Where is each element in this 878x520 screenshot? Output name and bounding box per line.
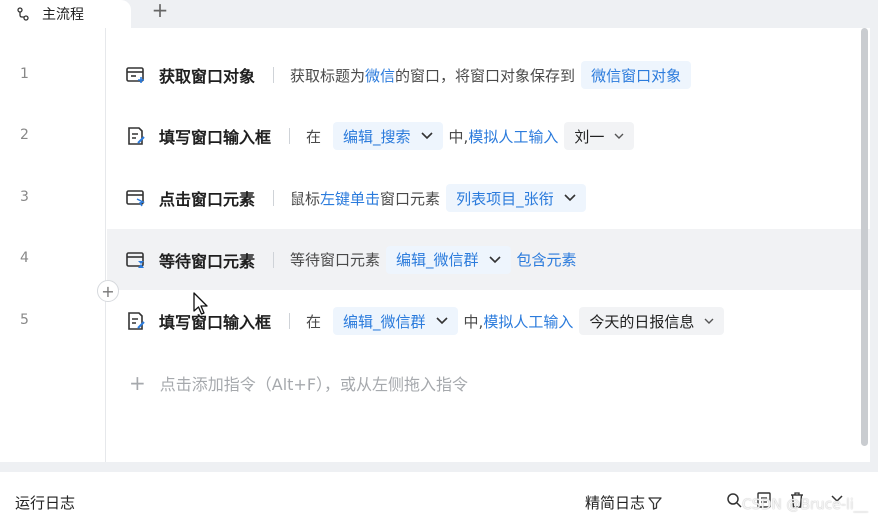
divider (273, 190, 275, 206)
search-icon[interactable] (726, 492, 742, 508)
simple-log-filter[interactable]: 精简日志 (585, 492, 662, 513)
line-gutter: 1 2 3 4 5 (0, 28, 106, 462)
flow-icon (17, 7, 29, 21)
line-number: 2 (20, 127, 29, 143)
instruction-title: 等待窗口元素 (159, 251, 256, 271)
instruction-title: 获取窗口对象 (159, 67, 256, 86)
instruction-text: 中, (448, 127, 469, 146)
window-get-icon (125, 65, 147, 85)
instruction-text: 鼠标 (290, 189, 321, 208)
divider (273, 67, 275, 83)
run-log-title: 运行日志 (15, 494, 76, 512)
instruction-row-click-element[interactable]: 点击窗口元素 鼠标 左键单击 窗口元素 列表项目_张衔 (107, 171, 870, 225)
chip-label: 编辑_搜索 (343, 127, 411, 146)
input-value-select[interactable]: 今天的日报信息 (579, 307, 725, 335)
chip-label: 刘一 (574, 127, 605, 146)
chevron-down-icon (564, 191, 576, 205)
divider (273, 251, 275, 268)
instruction-text: 中, (463, 312, 484, 331)
param-link-input-mode[interactable]: 模拟人工输入 (483, 311, 573, 332)
tab-main-flow[interactable]: 主流程 (0, 0, 131, 28)
instruction-text: 窗口元素 (380, 189, 441, 208)
chip-label: 列表项目_张衔 (456, 189, 554, 208)
add-tab-button[interactable]: + (150, 0, 170, 20)
mouse-cursor-icon (193, 292, 208, 315)
instruction-title: 填写窗口输入框 (159, 313, 272, 332)
instruction-text: 等待窗口元素 (290, 251, 381, 269)
simple-log-label: 精简日志 (585, 494, 646, 512)
instruction-text: 在 (306, 312, 322, 331)
element-select-wechat-group[interactable]: 编辑_微信群 (333, 307, 458, 335)
chip-label: 微信窗口对象 (591, 66, 682, 85)
element-select-search[interactable]: 编辑_搜索 (333, 122, 443, 150)
flow-editor: 1 2 3 4 5 获取窗口对象 获取标题为 微信 的窗口，将窗口对象保存到 微… (0, 28, 870, 462)
line-number: 5 (20, 312, 29, 328)
instruction-row-fill-input-2[interactable]: 填写窗口输入框 在 编辑_微信群 中, 模拟人工输入 今天的日报信息 (107, 294, 870, 348)
instruction-row-get-window[interactable]: 获取窗口对象 获取标题为 微信 的窗口，将窗口对象保存到 微信窗口对象 (107, 48, 870, 102)
element-select-list-item[interactable]: 列表项目_张衔 (446, 184, 586, 212)
instruction-text: 在 (306, 127, 322, 146)
fill-input-icon (125, 311, 147, 331)
instruction-text: 获取标题为 (290, 66, 366, 85)
input-value-select[interactable]: 刘一 (564, 122, 635, 150)
variable-chip-window-object[interactable]: 微信窗口对象 (581, 61, 692, 89)
chip-label: 今天的日报信息 (589, 312, 695, 331)
fill-input-icon (125, 126, 147, 146)
instruction-title: 填写窗口输入框 (159, 128, 272, 147)
add-instruction-label: 点击添加指令（Alt+F），或从左侧拖入指令 (159, 375, 469, 394)
tab-main-flow-label: 主流程 (42, 7, 84, 23)
editor-scrollbar[interactable] (861, 28, 868, 446)
instruction-title: 点击窗口元素 (159, 190, 256, 209)
add-instruction-hint[interactable]: + 点击添加指令（Alt+F），或从左侧拖入指令 (129, 371, 468, 395)
tab-bar: 主流程 + (0, 0, 878, 28)
instruction-row-fill-input[interactable]: 填写窗口输入框 在 编辑_搜索 中, 模拟人工输入 刘一 (107, 109, 870, 163)
insert-instruction-button[interactable]: + (97, 280, 119, 302)
param-link-window-title[interactable]: 微信 (365, 65, 395, 86)
line-number: 4 (20, 250, 29, 266)
instruction-row-wait-element[interactable]: 等待窗口元素 等待窗口元素 编辑_微信群 包含元素 (107, 229, 870, 290)
divider (289, 128, 291, 144)
chevron-down-icon (488, 253, 501, 267)
instruction-text: 的窗口，将窗口对象保存到 (395, 66, 576, 85)
element-select-wechat-group[interactable]: 编辑_微信群 (386, 245, 511, 274)
chevron-down-icon (614, 129, 624, 143)
param-link-input-mode[interactable]: 模拟人工输入 (468, 126, 558, 147)
chip-label: 编辑_微信群 (343, 312, 426, 331)
plus-icon: + (129, 371, 146, 395)
click-element-icon (125, 188, 147, 208)
watermark: CSDN @Bruce-li__ (742, 497, 868, 513)
wait-element-icon (125, 250, 147, 270)
divider (289, 313, 291, 329)
chip-label: 编辑_微信群 (396, 251, 479, 269)
chevron-down-icon (704, 314, 714, 328)
param-link-click-type[interactable]: 左键单击 (320, 188, 380, 209)
filter-icon (648, 496, 662, 510)
line-number: 3 (20, 189, 29, 205)
chevron-down-icon (420, 129, 433, 143)
param-link-wait-condition[interactable]: 包含元素 (517, 249, 577, 270)
chevron-down-icon (435, 314, 448, 328)
line-number: 1 (20, 66, 29, 82)
